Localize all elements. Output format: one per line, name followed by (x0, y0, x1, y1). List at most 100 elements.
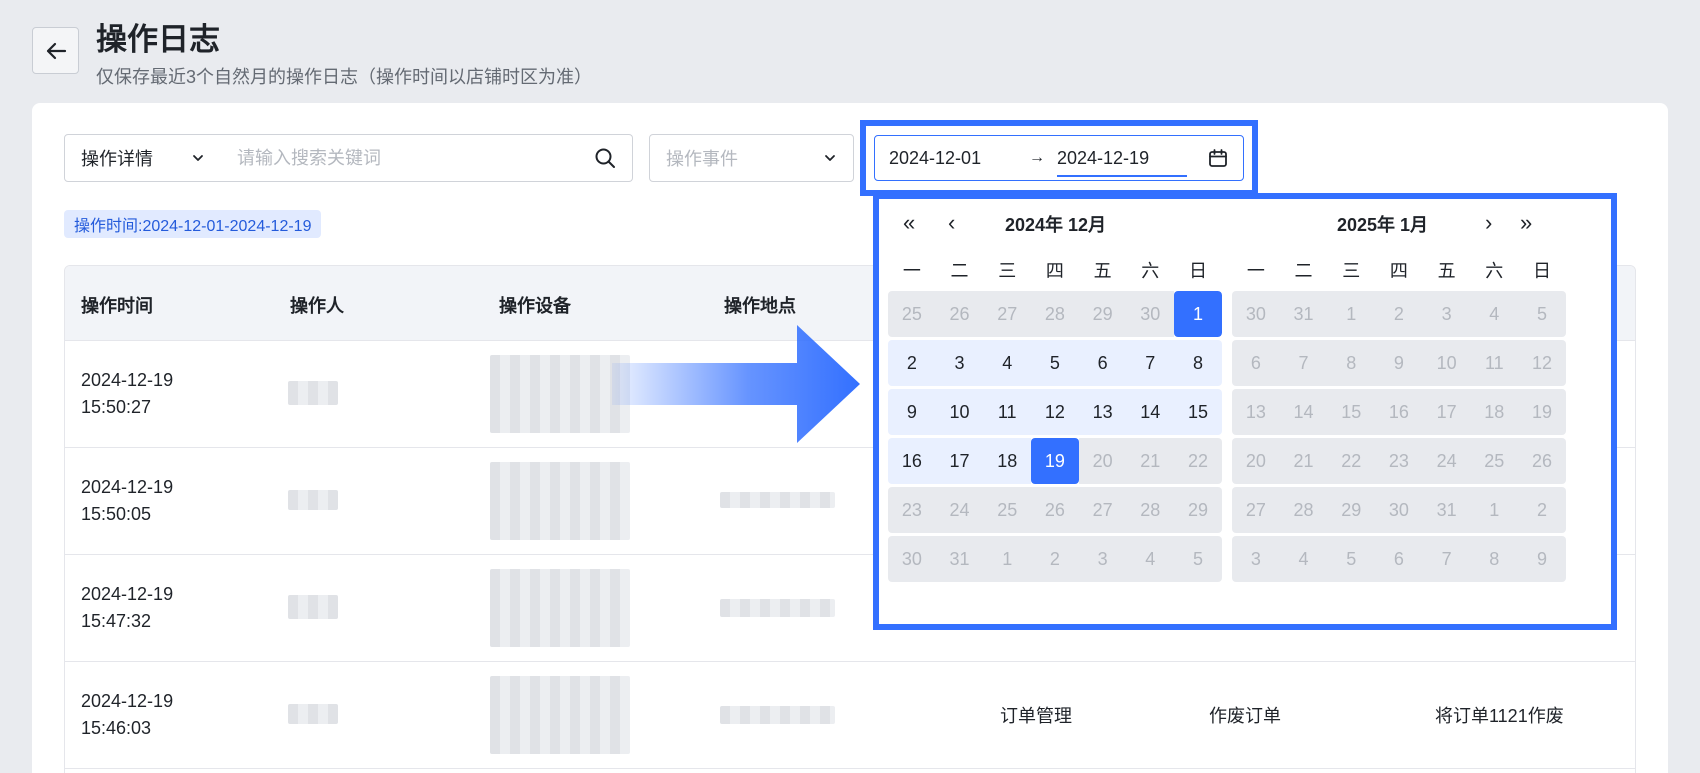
calendar-icon[interactable] (1207, 147, 1229, 169)
calendar-day[interactable]: 29 (1078, 291, 1127, 337)
calendar-day[interactable]: 24 (1422, 438, 1471, 484)
date-start-input[interactable]: 2024-12-01 (889, 148, 1029, 169)
calendar-day[interactable]: 31 (935, 536, 984, 582)
calendar-day[interactable]: 2 (1031, 536, 1079, 582)
calendar-day[interactable]: 7 (1422, 536, 1471, 582)
calendar-day[interactable]: 1 (1470, 487, 1519, 533)
calendar-day[interactable]: 28 (1031, 291, 1079, 337)
calendar-day-selected[interactable]: 19 (1031, 438, 1079, 484)
calendar-day[interactable]: 9 (888, 389, 936, 435)
calendar-day[interactable]: 7 (1126, 340, 1175, 386)
calendar-day[interactable]: 8 (1327, 340, 1376, 386)
calendar-day[interactable]: 2 (1375, 291, 1423, 337)
detail-select[interactable]: 操作详情 (64, 134, 222, 182)
calendar-day[interactable]: 31 (1279, 291, 1328, 337)
calendar-day[interactable]: 27 (1232, 487, 1280, 533)
calendar-day[interactable]: 29 (1327, 487, 1376, 533)
calendar-day[interactable]: 20 (1232, 438, 1280, 484)
calendar-day[interactable]: 9 (1518, 536, 1566, 582)
date-end-input[interactable]: 2024-12-19 (1057, 148, 1187, 177)
double-chevron-right-icon[interactable]: » (1520, 211, 1532, 235)
calendar-day[interactable]: 5 (1518, 291, 1566, 337)
calendar-day[interactable]: 25 (888, 291, 936, 337)
calendar-day[interactable]: 23 (888, 487, 936, 533)
calendar-day[interactable]: 22 (1327, 438, 1376, 484)
calendar-day[interactable]: 8 (1470, 536, 1519, 582)
calendar-day[interactable]: 12 (1518, 340, 1566, 386)
calendar-day[interactable]: 3 (1078, 536, 1127, 582)
table-row[interactable]: 2024-12-19 15:46:03 订单管理 作废订单 将订单1121作废 (65, 662, 1635, 769)
calendar-day[interactable]: 5 (1174, 536, 1222, 582)
calendar-day[interactable]: 4 (1126, 536, 1175, 582)
calendar-day[interactable]: 18 (1470, 389, 1519, 435)
calendar-day[interactable]: 27 (983, 291, 1032, 337)
double-chevron-left-icon[interactable]: « (903, 211, 915, 235)
calendar-day[interactable]: 30 (888, 536, 936, 582)
calendar-day[interactable]: 15 (1174, 389, 1222, 435)
calendar-day[interactable]: 28 (1126, 487, 1175, 533)
chevron-right-icon[interactable]: › (1485, 211, 1492, 235)
calendar-day[interactable]: 15 (1327, 389, 1376, 435)
calendar-day[interactable]: 6 (1375, 536, 1423, 582)
calendar-day[interactable]: 30 (1232, 291, 1280, 337)
calendar-day[interactable]: 16 (888, 438, 936, 484)
calendar-day[interactable]: 30 (1126, 291, 1175, 337)
calendar-day[interactable]: 3 (1232, 536, 1280, 582)
calendar-day[interactable]: 1 (983, 536, 1032, 582)
calendar-day[interactable]: 26 (935, 291, 984, 337)
calendar-day[interactable]: 10 (935, 389, 984, 435)
calendar-day[interactable]: 14 (1279, 389, 1328, 435)
calendar-day[interactable]: 8 (1174, 340, 1222, 386)
calendar-day[interactable]: 10 (1422, 340, 1471, 386)
calendar-day-selected[interactable]: 1 (1174, 291, 1222, 337)
calendar-day[interactable]: 30 (1375, 487, 1423, 533)
calendar-day[interactable]: 25 (983, 487, 1032, 533)
date-range-picker[interactable]: 2024-12-01 → 2024-12-19 (874, 135, 1244, 181)
calendar-day[interactable]: 21 (1126, 438, 1175, 484)
calendar-day[interactable]: 6 (1232, 340, 1280, 386)
calendar-day[interactable]: 21 (1279, 438, 1328, 484)
calendar-day[interactable]: 11 (983, 389, 1032, 435)
calendar-day[interactable]: 31 (1422, 487, 1471, 533)
calendar-day[interactable]: 22 (1174, 438, 1222, 484)
calendar-day[interactable]: 29 (1174, 487, 1222, 533)
calendar-day[interactable]: 25 (1470, 438, 1519, 484)
calendar-day[interactable]: 5 (1031, 340, 1079, 386)
calendar-day[interactable]: 5 (1327, 536, 1376, 582)
calendar-day[interactable]: 3 (935, 340, 984, 386)
event-select[interactable]: 操作事件 (649, 134, 854, 182)
calendar-day[interactable]: 4 (1279, 536, 1328, 582)
calendar-day[interactable]: 18 (983, 438, 1032, 484)
calendar-day[interactable]: 13 (1078, 389, 1127, 435)
calendar-day[interactable]: 23 (1375, 438, 1423, 484)
calendar-day[interactable]: 2 (1518, 487, 1566, 533)
calendar-day[interactable]: 3 (1422, 291, 1471, 337)
calendar-day[interactable]: 26 (1031, 487, 1079, 533)
calendar-day[interactable]: 27 (1078, 487, 1127, 533)
calendar-day[interactable]: 12 (1031, 389, 1079, 435)
chevron-left-icon[interactable]: ‹ (948, 211, 955, 235)
calendar-day[interactable]: 13 (1232, 389, 1280, 435)
calendar-day[interactable]: 4 (1470, 291, 1519, 337)
calendar-day[interactable]: 9 (1375, 340, 1423, 386)
calendar-day[interactable]: 1 (1327, 291, 1376, 337)
calendar-day[interactable]: 6 (1078, 340, 1127, 386)
calendar-day[interactable]: 16 (1375, 389, 1423, 435)
calendar-day[interactable]: 26 (1518, 438, 1566, 484)
search-icon[interactable] (594, 147, 616, 169)
search-field[interactable] (221, 134, 633, 182)
calendar-day[interactable]: 4 (983, 340, 1032, 386)
calendar-day[interactable]: 2 (888, 340, 936, 386)
calendar-day[interactable]: 20 (1078, 438, 1127, 484)
active-filter-tag[interactable]: 操作时间:2024-12-01-2024-12-19 (64, 210, 322, 238)
calendar-day[interactable]: 19 (1518, 389, 1566, 435)
calendar-day[interactable]: 14 (1126, 389, 1175, 435)
search-input[interactable] (237, 147, 577, 169)
calendar-day[interactable]: 24 (935, 487, 984, 533)
calendar-day[interactable]: 11 (1470, 340, 1519, 386)
calendar-day[interactable]: 17 (1422, 389, 1471, 435)
calendar-day[interactable]: 28 (1279, 487, 1328, 533)
calendar-day[interactable]: 7 (1279, 340, 1328, 386)
calendar-day[interactable]: 17 (935, 438, 984, 484)
back-button[interactable] (32, 27, 79, 74)
